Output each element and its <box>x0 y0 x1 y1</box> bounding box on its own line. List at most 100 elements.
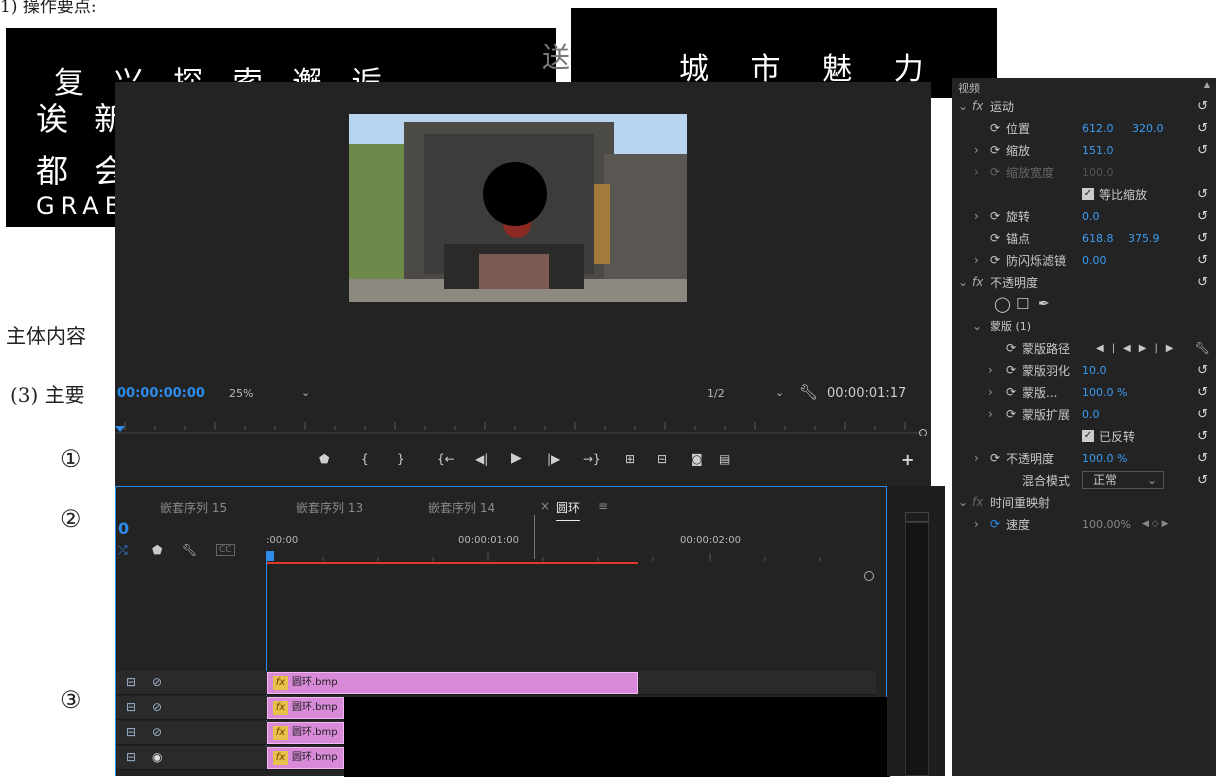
effect-motion[interactable]: ⌄ fx 运动 ↺ <box>952 95 1216 117</box>
step-forward-icon[interactable]: |▶ <box>547 452 560 466</box>
track-sync-icon[interactable]: ⊟ <box>126 700 136 714</box>
tab-menu-icon[interactable]: ≡ <box>598 499 608 513</box>
effect-time-remap[interactable]: ⌄ fx 时间重映射 <box>952 491 1216 513</box>
reset-icon[interactable]: ↺ <box>1197 385 1208 400</box>
property-rotation[interactable]: › ⟳ 旋转 0.0 ↺ <box>952 205 1216 227</box>
effect-opacity[interactable]: ⌄ fx 不透明度 ↺ <box>952 271 1216 293</box>
lift-icon[interactable]: ⊞ <box>625 452 635 466</box>
property-mask-path[interactable]: ⟳ 蒙版路径 ◀|◀▶|▶ 🔧︎ <box>952 337 1216 359</box>
rotation-value[interactable]: 0.0 <box>1082 210 1100 223</box>
uniform-scale-checkbox[interactable]: ✓ <box>1082 188 1094 200</box>
go-to-in-icon[interactable]: {← <box>437 452 455 466</box>
inverted-checkbox[interactable]: ✓ <box>1082 430 1094 442</box>
in-point-icon[interactable]: { <box>361 452 369 466</box>
resolution-select[interactable]: 1/2 <box>707 387 725 400</box>
snap-icon[interactable]: ⤭ <box>118 543 128 558</box>
ellipse-mask-icon[interactable]: ◯ <box>994 295 1011 313</box>
position-x-value[interactable]: 612.0 <box>1082 122 1114 135</box>
property-mask-feather[interactable]: › ⟳ 蒙版羽化 10.0 ↺ <box>952 359 1216 381</box>
track-sync-icon[interactable]: ⊟ <box>126 750 136 764</box>
mask-expansion-value[interactable]: 0.0 <box>1082 408 1100 421</box>
anchor-x-value[interactable]: 618.8 <box>1082 232 1114 245</box>
eye-hidden-icon[interactable]: ⊘ <box>152 725 162 739</box>
go-to-out-icon[interactable]: →} <box>583 452 601 466</box>
uniform-scale-row[interactable]: ✓ 等比缩放 ↺ <box>952 183 1216 205</box>
zoom-select[interactable]: 25% <box>229 387 253 400</box>
reset-icon[interactable]: ↺ <box>1197 407 1208 422</box>
timeline-wrench-icon[interactable]: 🔧︎ <box>182 543 197 557</box>
eye-icon[interactable]: ◉ <box>152 750 162 764</box>
tab-nested-15[interactable]: 嵌套序列 15 <box>160 499 227 516</box>
property-scale[interactable]: › ⟳ 缩放 151.0 ↺ <box>952 139 1216 161</box>
track-sync-icon[interactable]: ⊟ <box>126 725 136 739</box>
extract-icon[interactable]: ⊟ <box>657 452 667 466</box>
out-point-icon[interactable]: } <box>397 452 405 466</box>
track-sync-icon[interactable]: ⊟ <box>126 675 136 689</box>
reset-icon[interactable]: ↺ <box>1197 187 1208 202</box>
position-y-value[interactable]: 320.0 <box>1132 122 1164 135</box>
property-blend-mode[interactable]: 混合模式 正常 ⌄ ↺ <box>952 469 1216 491</box>
property-mask-expansion[interactable]: › ⟳ 蒙版扩展 0.0 ↺ <box>952 403 1216 425</box>
clip[interactable]: fx 圆环.bmp <box>267 697 344 719</box>
current-timecode[interactable]: 00:00:00:00 <box>117 386 205 401</box>
tab-nested-14[interactable]: 嵌套序列 14 <box>428 499 495 516</box>
clip[interactable]: fx 圆环.bmp <box>267 747 344 769</box>
reset-icon[interactable]: ↺ <box>1197 121 1208 136</box>
mask-track-buttons-icon[interactable]: ◀|◀▶|▶ <box>1096 343 1182 354</box>
resolution-chevron-icon[interactable]: ⌄ <box>775 386 784 399</box>
vertical-scroll-knob[interactable] <box>864 571 874 581</box>
step-back-icon[interactable]: ◀| <box>475 452 488 466</box>
reset-icon[interactable]: ↺ <box>1197 231 1208 246</box>
scale-value[interactable]: 151.0 <box>1082 144 1114 157</box>
tab-close-icon[interactable]: × <box>540 499 550 513</box>
property-mask-opacity[interactable]: › ⟳ 蒙版... 100.0 % ↺ <box>952 381 1216 403</box>
playhead-marker-icon[interactable] <box>266 551 274 561</box>
opacity-value[interactable]: 100.0 % <box>1082 452 1127 465</box>
reset-icon[interactable]: ↺ <box>1197 253 1208 268</box>
title-row-4: GRAB <box>36 192 128 220</box>
mask-group[interactable]: ⌄ 蒙版 (1) <box>952 315 1216 337</box>
reset-icon[interactable]: ↺ <box>1197 451 1208 466</box>
clip[interactable]: fx 圆环.bmp <box>267 722 344 744</box>
reset-icon[interactable]: ↺ <box>1197 363 1208 378</box>
zoom-chevron-icon[interactable]: ⌄ <box>301 386 310 399</box>
reset-icon[interactable]: ↺ <box>1197 429 1208 444</box>
property-opacity[interactable]: › ⟳ 不透明度 100.0 % ↺ <box>952 447 1216 469</box>
add-button-icon[interactable]: + <box>901 450 914 469</box>
property-position[interactable]: ⟳ 位置 612.0 320.0 ↺ <box>952 117 1216 139</box>
add-marker-icon[interactable]: ⬟ <box>152 543 162 557</box>
marker-icon[interactable]: ⬟ <box>319 452 329 466</box>
captions-icon[interactable]: CC <box>216 544 235 556</box>
monitor-ruler[interactable] <box>115 412 927 437</box>
inverted-row[interactable]: ✓ 已反转 ↺ <box>952 425 1216 447</box>
play-icon[interactable]: ▶ <box>511 450 522 466</box>
reset-icon[interactable]: ↺ <box>1197 143 1208 158</box>
wrench-icon[interactable]: 🔧︎ <box>799 383 818 401</box>
flicker-value[interactable]: 0.00 <box>1082 254 1107 267</box>
timeline-timecode[interactable]: 0 <box>118 519 129 538</box>
reset-icon[interactable]: ↺ <box>1197 209 1208 224</box>
property-speed[interactable]: › ⟳ 速度 100.00% ◀ ◇ ▶ <box>952 513 1216 535</box>
blend-mode-select[interactable]: 正常 ⌄ <box>1082 471 1164 489</box>
reset-icon[interactable]: ↺ <box>1197 473 1208 488</box>
reset-icon[interactable]: ↺ <box>1197 275 1208 290</box>
speed-value[interactable]: 100.00% <box>1082 518 1131 531</box>
mask-opacity-value[interactable]: 100.0 % <box>1082 386 1127 399</box>
tab-nested-13[interactable]: 嵌套序列 13 <box>296 499 363 516</box>
multi-camera-icon[interactable]: ▤ <box>719 452 730 466</box>
keyframe-nav-icon[interactable]: ◀ ◇ ▶ <box>1142 519 1169 529</box>
mask-feather-value[interactable]: 10.0 <box>1082 364 1107 377</box>
mask-wrench-icon[interactable]: 🔧︎ <box>1195 341 1210 355</box>
property-flicker[interactable]: › ⟳ 防闪烁滤镜 0.00 ↺ <box>952 249 1216 271</box>
clip[interactable]: fx 圆环.bmp <box>267 672 638 694</box>
anchor-y-value[interactable]: 375.9 <box>1128 232 1160 245</box>
timeline-ruler[interactable]: :00:00 00:00:01:00 00:00:02:00 <box>266 517 886 567</box>
property-anchor[interactable]: ⟳ 锚点 618.8 375.9 ↺ <box>952 227 1216 249</box>
export-frame-icon[interactable]: ◙ <box>691 452 703 466</box>
rect-mask-icon[interactable]: ☐ <box>1016 295 1029 313</box>
scroll-up-icon[interactable]: ▲ <box>1204 80 1210 89</box>
reset-icon[interactable]: ↺ <box>1197 99 1208 114</box>
eye-hidden-icon[interactable]: ⊘ <box>152 675 162 689</box>
eye-hidden-icon[interactable]: ⊘ <box>152 700 162 714</box>
pen-mask-icon[interactable]: ✒ <box>1038 296 1050 312</box>
